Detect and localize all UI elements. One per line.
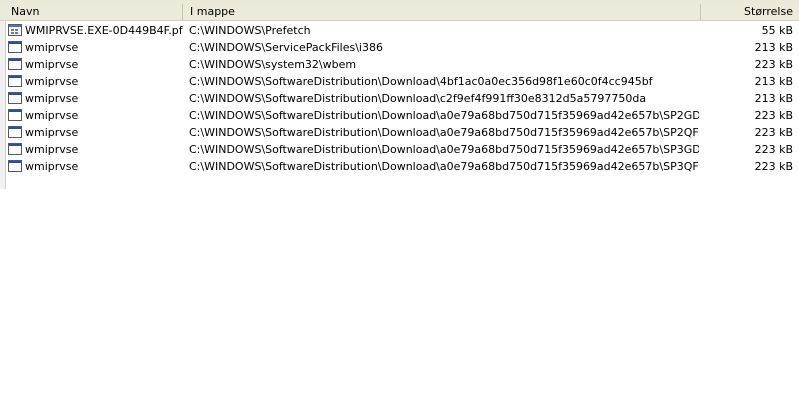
- file-name-cell: wmiprvse: [8, 56, 183, 73]
- application-icon: [8, 92, 22, 104]
- application-icon: [8, 143, 22, 155]
- file-size: 213 kB: [754, 75, 793, 88]
- application-icon: [8, 126, 22, 138]
- application-icon: [8, 41, 22, 53]
- file-row[interactable]: wmiprvse C:\WINDOWS\SoftwareDistribution…: [0, 107, 799, 124]
- file-name-cell: wmiprvse: [8, 141, 183, 158]
- file-row[interactable]: wmiprvse C:\WINDOWS\SoftwareDistribution…: [0, 124, 799, 141]
- column-header-size[interactable]: Størrelse: [701, 4, 799, 20]
- file-row[interactable]: wmiprvse C:\WINDOWS\SoftwareDistribution…: [0, 90, 799, 107]
- file-name: wmiprvse: [25, 143, 79, 156]
- file-list: WMIPRVSE.EXE-0D449B4F.pf C:\WINDOWS\Pref…: [0, 22, 799, 175]
- file-folder: C:\WINDOWS\SoftwareDistribution\Download…: [189, 92, 647, 105]
- file-row[interactable]: wmiprvse C:\WINDOWS\SoftwareDistribution…: [0, 141, 799, 158]
- file-folder: C:\WINDOWS\ServicePackFiles\i386: [189, 41, 383, 54]
- column-header-bar: Navn I mappe Størrelse: [0, 4, 799, 21]
- file-size: 223 kB: [754, 109, 793, 122]
- file-folder: C:\WINDOWS\SoftwareDistribution\Download…: [189, 109, 699, 122]
- file-size: 223 kB: [754, 58, 793, 71]
- search-results-list-view: Navn I mappe Størrelse WMIPRVSE.EXE-0D44…: [0, 0, 799, 400]
- file-size: 55 kB: [761, 24, 793, 37]
- file-name: WMIPRVSE.EXE-0D449B4F.pf: [25, 24, 183, 37]
- file-name-cell: wmiprvse: [8, 107, 183, 124]
- file-size: 223 kB: [754, 160, 793, 173]
- application-icon: [8, 109, 22, 121]
- application-icon: [8, 75, 22, 87]
- file-size: 213 kB: [754, 41, 793, 54]
- file-name: wmiprvse: [25, 92, 79, 105]
- file-size: 223 kB: [754, 126, 793, 139]
- file-row[interactable]: wmiprvse C:\WINDOWS\SoftwareDistribution…: [0, 73, 799, 90]
- file-name: wmiprvse: [25, 109, 79, 122]
- file-row[interactable]: wmiprvse C:\WINDOWS\SoftwareDistribution…: [0, 158, 799, 175]
- file-name-cell: wmiprvse: [8, 73, 183, 90]
- file-name-cell: wmiprvse: [8, 39, 183, 56]
- file-row[interactable]: wmiprvse C:\WINDOWS\ServicePackFiles\i38…: [0, 39, 799, 56]
- application-icon: [8, 58, 22, 70]
- file-name: wmiprvse: [25, 75, 79, 88]
- file-folder: C:\WINDOWS\SoftwareDistribution\Download…: [189, 160, 699, 173]
- column-header-name[interactable]: Navn: [0, 4, 183, 20]
- file-folder: C:\WINDOWS\SoftwareDistribution\Download…: [189, 75, 653, 88]
- file-folder: C:\WINDOWS\SoftwareDistribution\Download…: [189, 126, 699, 139]
- file-name: wmiprvse: [25, 126, 79, 139]
- file-name-cell: WMIPRVSE.EXE-0D449B4F.pf: [8, 22, 183, 39]
- column-header-folder[interactable]: I mappe: [183, 4, 701, 20]
- file-folder: C:\WINDOWS\SoftwareDistribution\Download…: [189, 143, 699, 156]
- file-row[interactable]: WMIPRVSE.EXE-0D449B4F.pf C:\WINDOWS\Pref…: [0, 22, 799, 39]
- file-size: 223 kB: [754, 143, 793, 156]
- prefetch-file-icon: [8, 24, 22, 36]
- file-row[interactable]: wmiprvse C:\WINDOWS\system32\wbem 223 kB: [0, 56, 799, 73]
- file-name: wmiprvse: [25, 160, 79, 173]
- file-name-cell: wmiprvse: [8, 124, 183, 141]
- file-folder: C:\WINDOWS\Prefetch: [189, 24, 311, 37]
- file-name-cell: wmiprvse: [8, 90, 183, 107]
- file-name: wmiprvse: [25, 58, 79, 71]
- file-name-cell: wmiprvse: [8, 158, 183, 175]
- application-icon: [8, 160, 22, 172]
- file-folder: C:\WINDOWS\system32\wbem: [189, 58, 357, 71]
- file-name: wmiprvse: [25, 41, 79, 54]
- file-size: 213 kB: [754, 92, 793, 105]
